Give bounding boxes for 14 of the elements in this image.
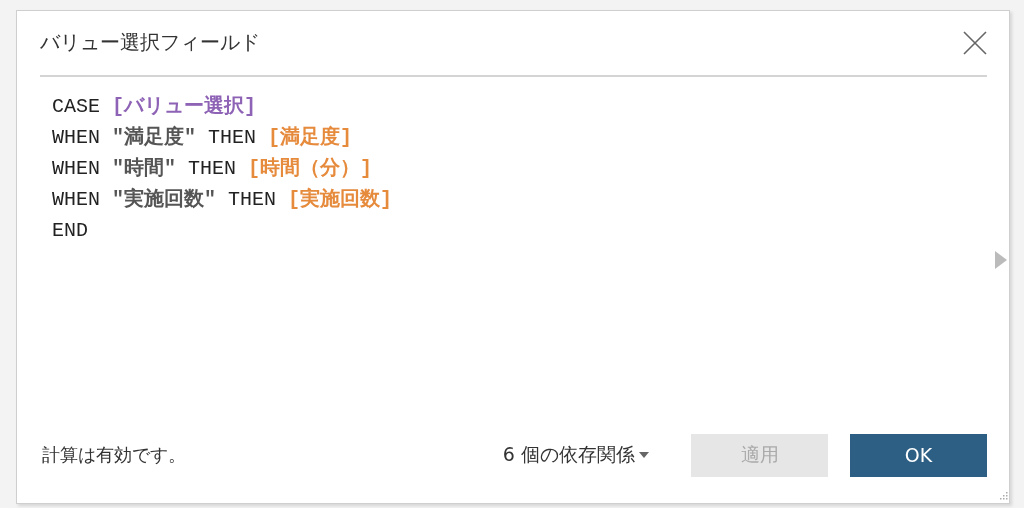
close-icon [963,31,987,55]
code-line: WHEN "時間" THEN [時間（分）] [52,156,373,182]
status-text: 計算は有効です。 [42,443,186,467]
close-button[interactable] [963,31,987,55]
caret-icon [639,452,649,458]
ok-button[interactable]: OK [850,433,987,477]
dependencies-dropdown[interactable]: 6 個の依存関係 [502,442,649,468]
formula-editor[interactable]: CASE [バリュー選択] WHEN "満足度" THEN [満足度] WHEN "時間" THEN [時間（分）] WHEN "実施回数" THEN [実施回数] END [40,77,987,417]
code-line: END [52,218,88,244]
code-line: WHEN "実施回数" THEN [実施回数] [52,186,393,213]
code-line: CASE [バリュー選択] [52,94,257,120]
code-line: WHEN "満足度" THEN [満足度] [52,124,353,151]
expand-arrow-icon[interactable] [995,251,1007,269]
dialog-title: バリュー選択フィールド [40,28,260,56]
